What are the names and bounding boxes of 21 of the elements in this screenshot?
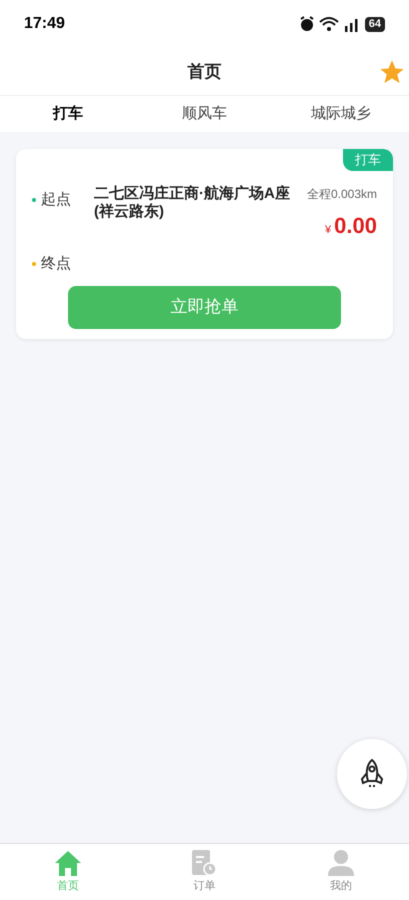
rocket-button[interactable] bbox=[337, 739, 407, 809]
ride-type-tag: 打车 bbox=[343, 149, 393, 170]
wifi-icon bbox=[318, 16, 339, 32]
currency-symbol: ¥ bbox=[325, 223, 332, 238]
nav-tab[interactable]: 我的 bbox=[272, 844, 409, 900]
page-title: 首页 bbox=[188, 60, 222, 83]
battery-level: 64 bbox=[364, 16, 385, 32]
star-icon[interactable] bbox=[378, 58, 406, 86]
start-address: 二七区冯庄正商·航海广场A座(祥云路东) bbox=[94, 185, 291, 221]
grab-order-button[interactable]: 立即抢单 bbox=[68, 286, 341, 328]
distance-text: 全程0.003km bbox=[306, 186, 377, 203]
tab[interactable]: 顺风车 bbox=[136, 102, 273, 126]
price-text: 0.00 bbox=[334, 212, 377, 240]
status-time: 17:49 bbox=[24, 14, 65, 34]
nav-tab[interactable]: 订单 bbox=[136, 844, 273, 900]
tab[interactable]: 城际城乡 bbox=[272, 102, 409, 126]
end-label: 终点 bbox=[41, 254, 71, 274]
alarm-icon bbox=[298, 16, 315, 32]
nav-tab[interactable]: 首页 bbox=[0, 844, 136, 900]
tab[interactable]: 打车 bbox=[0, 102, 136, 126]
start-label: 起点 bbox=[41, 190, 71, 210]
